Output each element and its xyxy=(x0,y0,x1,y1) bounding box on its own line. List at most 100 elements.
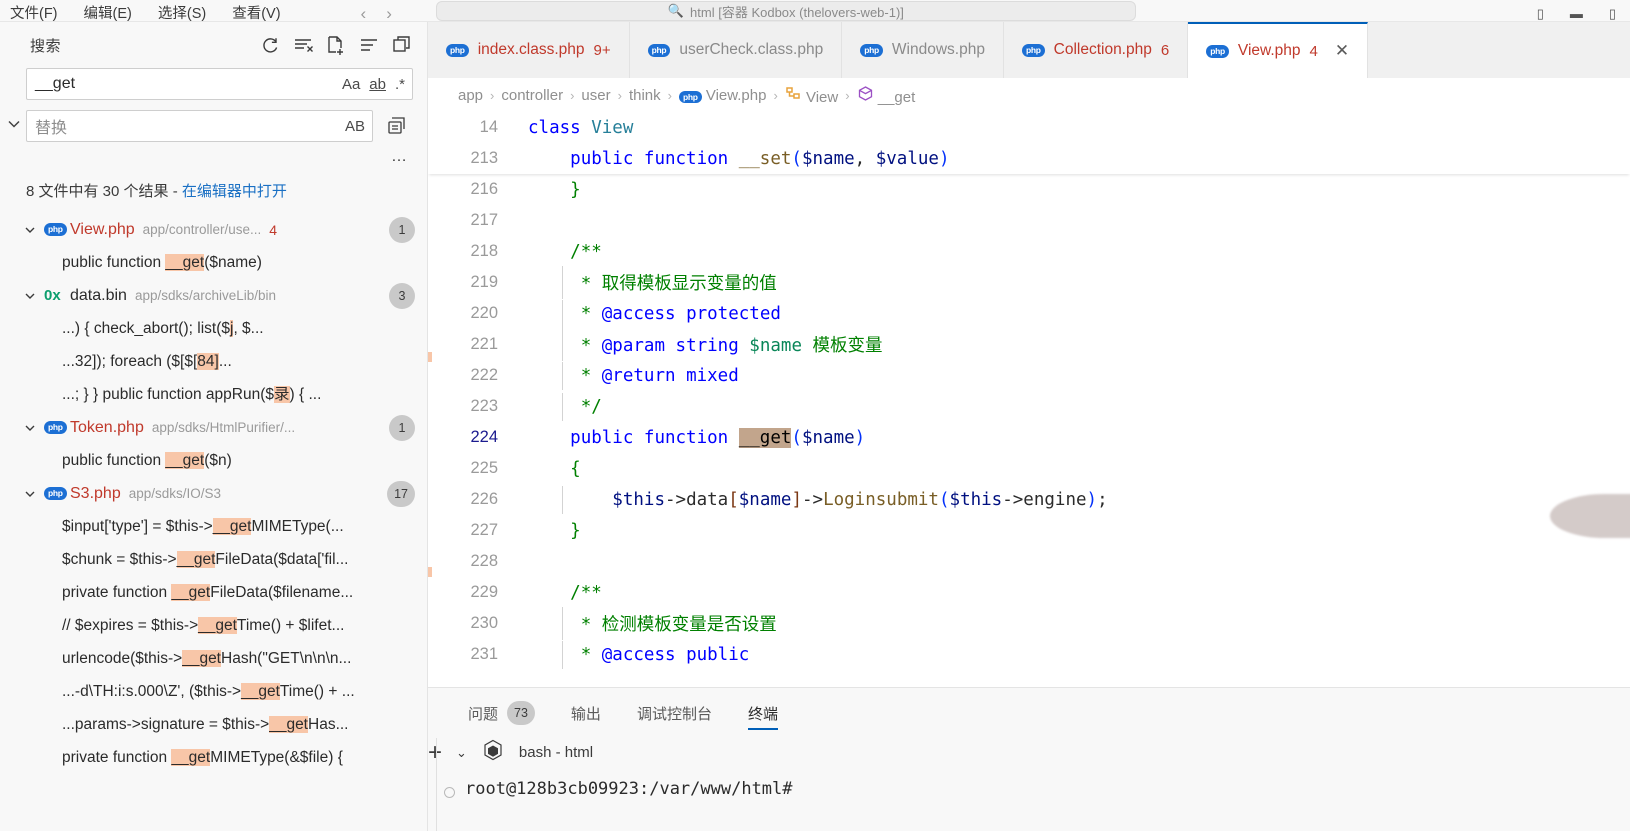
clear-results-icon[interactable] xyxy=(292,34,314,56)
code-token: ( xyxy=(791,148,802,169)
line-number: 221 xyxy=(470,335,498,353)
breadcrumb-label: __get xyxy=(877,88,916,106)
replace-input[interactable]: 替换 AB xyxy=(26,110,373,142)
search-result-match[interactable]: public function __get($name) xyxy=(0,246,427,279)
editor-tab-Windows-php[interactable]: php Windows.php xyxy=(842,22,1004,78)
search-details-toggle[interactable]: … xyxy=(0,149,427,170)
search-result-match[interactable]: urlencode($this->__getHash("GET\n\n\n... xyxy=(0,642,427,675)
search-result-match[interactable]: // $expires = $this->__getTime() + $life… xyxy=(0,609,427,642)
method-symbol-icon xyxy=(857,85,874,102)
close-icon[interactable]: ✕ xyxy=(1335,41,1349,61)
breadcrumb-item-View-php[interactable]: php View.php xyxy=(678,87,766,104)
editor-tab-userCheck-class-php[interactable]: php userCheck.class.php xyxy=(629,22,843,78)
chevron-down-icon[interactable] xyxy=(22,420,44,436)
match-highlight: 84] xyxy=(197,353,219,370)
view-as-list-icon[interactable] xyxy=(358,34,380,56)
search-result-file-row[interactable]: php View.php app/controller/use... 4 1 xyxy=(0,213,427,246)
breadcrumb-item-__get[interactable]: __get xyxy=(857,85,916,106)
search-result-match[interactable]: ...) { check_abort(); list($j, $... xyxy=(0,312,427,345)
navigation-arrows: ‹ › xyxy=(361,5,392,21)
panel-tab-输出[interactable]: 输出 xyxy=(553,688,619,738)
command-center-search[interactable]: 🔍 html [容器 Kodbox (thelovers-web-1)] xyxy=(435,1,1136,21)
replace-all-icon[interactable] xyxy=(381,110,413,142)
search-result-file-name: S3.php xyxy=(70,484,121,502)
chevron-down-icon[interactable] xyxy=(22,288,44,304)
line-number: 14 xyxy=(479,118,498,136)
menu-edit[interactable]: 编辑(E) xyxy=(84,7,132,21)
match-whole-word-icon[interactable]: ab xyxy=(369,76,386,93)
breadcrumb-item-app[interactable]: app xyxy=(458,87,483,104)
search-result-match[interactable]: $input['type'] = $this->__getMIMEType(..… xyxy=(0,510,427,543)
open-in-editor-link[interactable]: 在编辑器中打开 xyxy=(182,183,287,200)
line-number: 231 xyxy=(470,645,498,663)
panel-tab-问题[interactable]: 问题 73 xyxy=(450,688,553,738)
tab-badge: 6 xyxy=(1160,41,1170,59)
breadcrumb-item-user[interactable]: user xyxy=(581,87,610,104)
code-token: 模板变量 xyxy=(812,336,883,356)
search-result-match[interactable]: $chunk = $this->__getFileData($data['fil… xyxy=(0,543,427,576)
code-line: 225 { xyxy=(428,453,1630,484)
editor-tab-View-php[interactable]: php View.php 4 ✕ xyxy=(1188,22,1369,78)
line-content: * @access public xyxy=(520,640,749,669)
replace-input-placeholder: 替换 xyxy=(35,120,68,137)
code-token: __get xyxy=(738,427,792,448)
command-center-label: html [容器 Kodbox (thelovers-web-1)] xyxy=(690,4,904,20)
code-token: } xyxy=(570,520,581,541)
preserve-case-icon[interactable]: AB xyxy=(345,118,365,135)
code-token: __set xyxy=(738,148,792,169)
toggle-replace-twisty[interactable] xyxy=(2,68,26,134)
code-token: ; xyxy=(1097,489,1108,510)
new-terminal-icon[interactable]: + xyxy=(428,739,442,767)
search-result-match[interactable]: private function __getFileData($filename… xyxy=(0,576,427,609)
code-token: /** xyxy=(570,582,602,603)
match-case-icon[interactable]: Aa xyxy=(342,76,360,93)
search-result-match[interactable]: ...-d\TH:i:s.000\Z', ($this->__getTime()… xyxy=(0,675,427,708)
menu-selection[interactable]: 选择(S) xyxy=(158,7,206,21)
code-line: 230 * 检测模板变量是否设置 xyxy=(428,607,1630,640)
refresh-icon[interactable] xyxy=(259,34,281,56)
menu-view[interactable]: 查看(V) xyxy=(232,7,280,21)
code-token: */ xyxy=(580,396,602,417)
match-before: private function xyxy=(62,749,172,766)
code-editor[interactable]: 214 {215 $this->data[$name] = $value;216… xyxy=(428,112,1630,708)
new-search-editor-icon[interactable] xyxy=(325,34,347,56)
code-token: , xyxy=(854,148,876,169)
breadcrumb-item-controller[interactable]: controller xyxy=(501,87,563,104)
sticky-scroll[interactable]: 14 class View 213 public function __set($n… xyxy=(428,112,1630,174)
line-number: 219 xyxy=(470,273,498,291)
code-line: 14 class View xyxy=(428,112,1630,143)
terminal-name-label[interactable]: bash - html xyxy=(519,744,593,761)
search-result-file-row[interactable]: 0x data.bin app/sdks/archiveLib/bin 3 xyxy=(0,279,427,312)
chevron-down-icon[interactable] xyxy=(22,222,44,238)
search-result-file-row[interactable]: php S3.php app/sdks/IO/S3 17 xyxy=(0,477,427,510)
maximize-icon[interactable]: ▯ xyxy=(1609,7,1616,21)
search-result-match[interactable]: ...; } } public function appRun($录) { ..… xyxy=(0,378,427,411)
match-after: ($n) xyxy=(204,452,232,469)
minimize-icon[interactable]: ▬ xyxy=(1570,7,1583,21)
panel-tab-终端[interactable]: 终端 xyxy=(730,688,796,738)
forward-arrow-icon[interactable]: › xyxy=(386,5,392,21)
chevron-down-icon[interactable] xyxy=(22,486,44,502)
search-result-match[interactable]: ...32]); foreach ($[$[84]... xyxy=(0,345,427,378)
search-result-match[interactable]: public function __get($n) xyxy=(0,444,427,477)
terminal-body[interactable]: root@128b3cb09923:/var/www/html# xyxy=(428,767,1630,799)
line-number: 216 xyxy=(470,180,498,198)
editor-tab-Collection-php[interactable]: php Collection.php 6 xyxy=(1003,22,1189,78)
search-input[interactable]: __get Aa ab .* xyxy=(26,68,413,100)
back-arrow-icon[interactable]: ‹ xyxy=(361,5,367,21)
panel-tab-调试控制台[interactable]: 调试控制台 xyxy=(619,688,730,738)
breadcrumb-item-View[interactable]: View xyxy=(785,85,838,106)
collapse-all-icon[interactable] xyxy=(391,34,413,56)
chevron-down-icon[interactable]: ⌄ xyxy=(456,745,467,761)
layout-toggle-icon[interactable]: ▯ xyxy=(1537,7,1544,21)
search-result-file-row[interactable]: php Token.php app/sdks/HtmlPurifier/... 1 xyxy=(0,411,427,444)
search-result-match[interactable]: private function __getMIMEType(&$file) { xyxy=(0,741,427,774)
search-result-match[interactable]: ...params->signature = $this->__getHas..… xyxy=(0,708,427,741)
match-before: $chunk = $this-> xyxy=(62,551,177,568)
editor-tab-index-class-php[interactable]: php index.class.php 9+ xyxy=(428,22,630,78)
match-highlight: 录 xyxy=(273,386,290,403)
breadcrumb-item-think[interactable]: think xyxy=(629,87,661,104)
use-regex-icon[interactable]: .* xyxy=(395,76,405,93)
menu-file[interactable]: 文件(F) xyxy=(10,7,58,21)
